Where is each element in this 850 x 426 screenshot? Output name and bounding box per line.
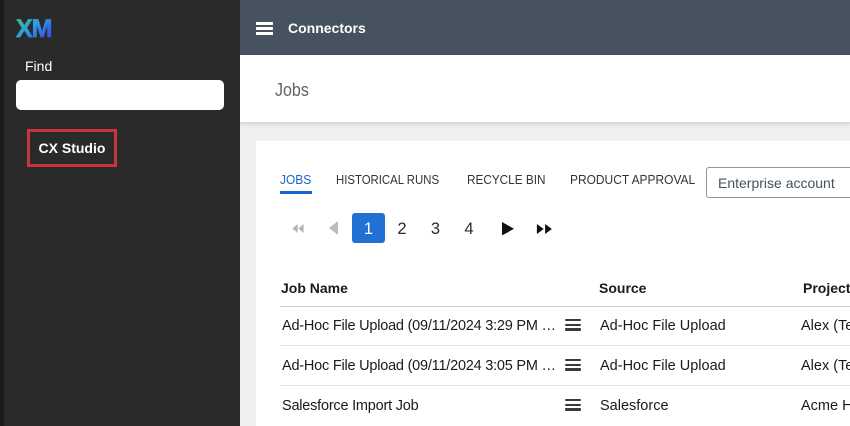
svg-text:XM: XM	[16, 15, 52, 43]
